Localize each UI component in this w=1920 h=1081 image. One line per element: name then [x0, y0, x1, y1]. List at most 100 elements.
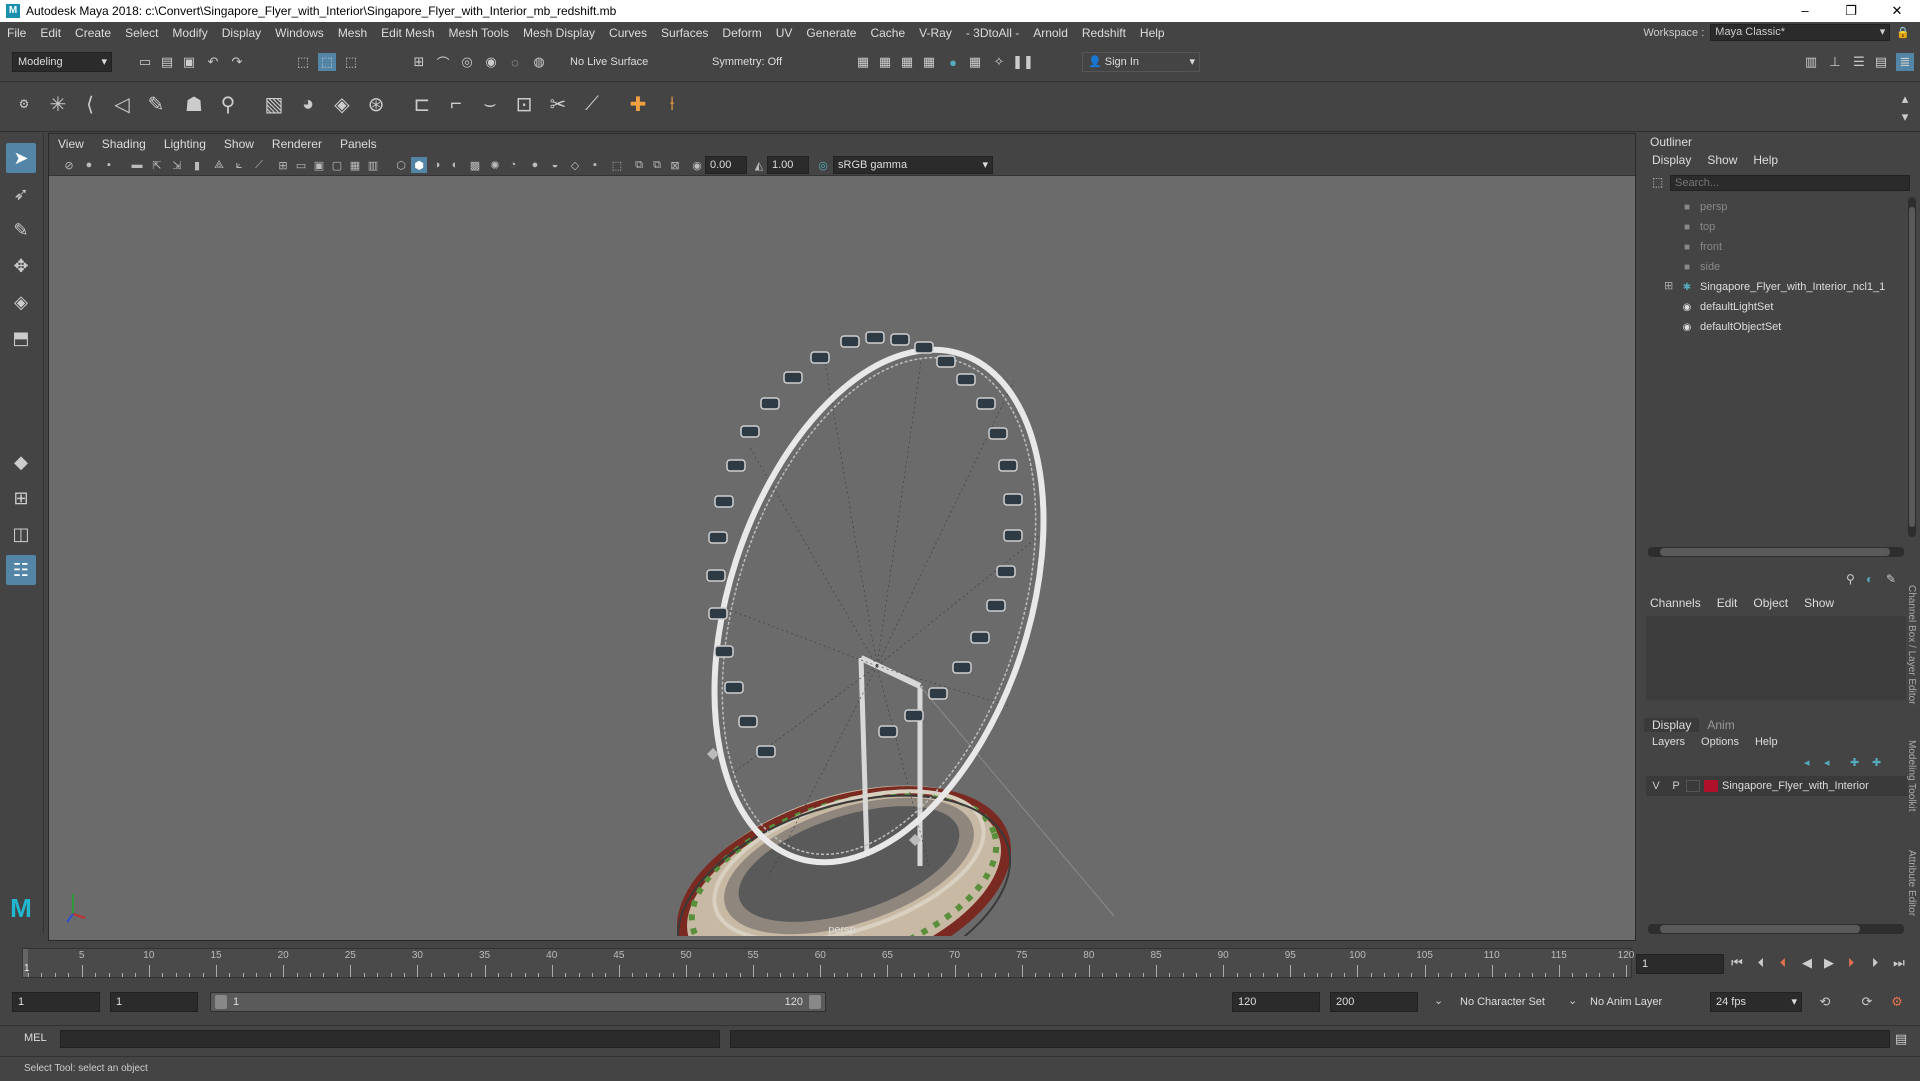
shelf-settings-icon[interactable]: ⚙	[10, 90, 38, 118]
range-slider-end-handle[interactable]	[809, 995, 821, 1009]
render-setup-icon[interactable]: ▦	[966, 53, 984, 71]
menu-curves[interactable]: Curves	[602, 26, 654, 40]
step-forward-icon[interactable]: ⏵	[1866, 954, 1884, 972]
2d-pan-zoom-icon[interactable]: ⇱	[149, 157, 165, 173]
menu-mesh[interactable]: Mesh	[331, 26, 374, 40]
play-forwards-icon[interactable]: ▶	[1820, 954, 1838, 972]
channel-object-menu[interactable]: Object	[1745, 596, 1796, 610]
textured-icon[interactable]: ⬢	[411, 157, 427, 173]
joint-icon[interactable]: ⚲	[214, 90, 242, 118]
new-layer-selected-icon[interactable]: ✚	[1872, 756, 1881, 769]
outliner-item-side[interactable]: ■ side	[1680, 257, 1720, 277]
menu-deform[interactable]: Deform	[715, 26, 768, 40]
lasso-tool-icon[interactable]: ➶	[6, 179, 36, 209]
extrude-icon[interactable]: ⊏	[408, 90, 436, 118]
gamma-field[interactable]: 1.00	[767, 156, 809, 174]
menu-redshift[interactable]: Redshift	[1075, 26, 1133, 40]
pause-icon[interactable]: ❚❚	[1012, 53, 1034, 71]
soft-select-icon[interactable]: ◆	[6, 447, 36, 477]
viewport-menu-lighting[interactable]: Lighting	[155, 137, 215, 151]
viewport-menu-renderer[interactable]: Renderer	[263, 137, 331, 151]
ep-curve-icon[interactable]: ◁	[108, 90, 136, 118]
four-view-layout-icon[interactable]: ⊞	[6, 483, 36, 513]
snap-grid-icon[interactable]: ⊞	[410, 53, 428, 71]
bevel-icon[interactable]: ⌐	[442, 90, 470, 118]
layer-visibility-toggle[interactable]: V	[1646, 780, 1666, 792]
menu-help[interactable]: Help	[1133, 26, 1172, 40]
menu-surfaces[interactable]: Surfaces	[654, 26, 715, 40]
resolution-gate-icon[interactable]: ⟁	[211, 157, 227, 173]
outliner-horizontal-scrollbar[interactable]	[1648, 547, 1904, 557]
ambient-occlusion-icon[interactable]: ●	[527, 157, 543, 173]
bookmark-icon[interactable]: ▪	[101, 157, 117, 173]
loop-icon[interactable]: ⟲	[1816, 993, 1834, 1011]
layers-menu[interactable]: Layers	[1644, 736, 1693, 748]
outliner-menu-display[interactable]: Display	[1644, 153, 1699, 167]
outliner-item-front[interactable]: ■ front	[1680, 237, 1722, 257]
attribute-editor-icon[interactable]: ⊥	[1826, 53, 1844, 71]
outliner-item-persp[interactable]: ■ persp	[1680, 197, 1728, 217]
ipr-render-icon[interactable]: ▦	[898, 53, 916, 71]
bridge-icon[interactable]: ⌣	[476, 90, 504, 118]
preferences-icon[interactable]: ⚙	[1888, 993, 1906, 1011]
time-slider[interactable]: 1 5 10 15 20 25 30 35 40 45 50 55 60 65 70 75 80 85 90 95 1…	[0, 944, 1920, 980]
sign-in-dropdown[interactable]: 👤 Sign In ▾	[1082, 52, 1200, 72]
hud-icon[interactable]: ⊠	[667, 157, 683, 173]
anim-layer-label[interactable]: No Anim Layer	[1590, 996, 1662, 1008]
snap-point-icon[interactable]: ◎	[458, 53, 476, 71]
outliner-item-top[interactable]: ■ top	[1680, 217, 1715, 237]
layer-tab-display[interactable]: Display	[1644, 718, 1700, 732]
menu-uv[interactable]: UV	[769, 26, 800, 40]
menu-generate[interactable]: Generate	[799, 26, 863, 40]
select-component-icon[interactable]: ⬚	[342, 53, 360, 71]
freeze-transform-icon[interactable]: ⟊	[658, 90, 686, 118]
close-button[interactable]: ✕	[1874, 0, 1920, 22]
layer-horizontal-scrollbar[interactable]	[1648, 924, 1904, 934]
shadows-icon[interactable]: ◐	[447, 157, 463, 173]
end-time-field[interactable]: 200	[1330, 992, 1418, 1012]
menu-mesh-tools[interactable]: Mesh Tools	[442, 26, 516, 40]
step-forward-key-icon[interactable]: ⏵	[1842, 954, 1860, 972]
menu-edit[interactable]: Edit	[33, 26, 68, 40]
camera-attributes-icon[interactable]: ⊘	[61, 157, 77, 173]
side-tab-modeling-toolkit[interactable]: Modeling Toolkit	[1906, 740, 1917, 812]
current-frame-field[interactable]: 1	[1636, 954, 1724, 974]
channel-box-edit-icon[interactable]: ✎	[1886, 572, 1896, 586]
undo-icon[interactable]: ↶	[204, 53, 222, 71]
redo-icon[interactable]: ↷	[228, 53, 246, 71]
anim-start-field[interactable]: 1	[110, 992, 198, 1012]
layer-help-menu[interactable]: Help	[1747, 736, 1786, 748]
menu-file[interactable]: File	[0, 26, 33, 40]
snap-vertex-icon[interactable]: ◍	[530, 53, 548, 71]
command-language-label[interactable]: MEL	[24, 1032, 47, 1044]
layer-name[interactable]: Singapore_Flyer_with_Interior	[1722, 780, 1869, 792]
go-to-start-icon[interactable]: ⏮	[1728, 954, 1746, 972]
auto-key-icon[interactable]: ⟳	[1858, 993, 1876, 1011]
new-scene-icon[interactable]: ▭	[136, 53, 154, 71]
move-layer-up-icon[interactable]: ◂	[1804, 756, 1810, 769]
move-layer-down-icon[interactable]: ◂	[1824, 756, 1830, 769]
channel-box-icon[interactable]: ▤	[1872, 53, 1890, 71]
channels-menu[interactable]: Channels	[1642, 596, 1709, 610]
grease-pencil-icon[interactable]: ⇲	[169, 157, 185, 173]
menu-3dtoall[interactable]: - 3DtoAll -	[959, 26, 1026, 40]
snap-view-icon[interactable]: ◉	[482, 53, 500, 71]
polygon-cube-icon[interactable]: ▧	[260, 90, 288, 118]
layer-display-type[interactable]	[1686, 780, 1700, 792]
exposure-field[interactable]: 0.00	[705, 156, 747, 174]
select-tool-icon[interactable]: ➤	[6, 143, 36, 173]
outliner-item-default-object-set[interactable]: ◉ defaultObjectSet	[1680, 317, 1782, 337]
multi-cut-icon[interactable]: ✂	[544, 90, 572, 118]
field-chart-icon[interactable]: ⟋	[251, 157, 267, 173]
shelf-scroll-down-icon[interactable]: ▾	[1896, 108, 1914, 126]
two-view-layout-icon[interactable]: ◫	[6, 519, 36, 549]
channel-edit-menu[interactable]: Edit	[1709, 596, 1746, 610]
anim-layer-icon[interactable]: ⌄	[1568, 994, 1577, 1007]
flat-shade-icon[interactable]: ▥	[365, 157, 381, 173]
outliner-vertical-scrollbar[interactable]	[1908, 197, 1916, 537]
safe-title-icon[interactable]: ▣	[311, 157, 327, 173]
play-backwards-icon[interactable]: ◀	[1798, 954, 1816, 972]
image-plane-icon[interactable]: ▬	[129, 157, 145, 173]
scene-model[interactable]	[49, 176, 1635, 936]
step-back-key-icon[interactable]: ⏴	[1774, 954, 1792, 972]
